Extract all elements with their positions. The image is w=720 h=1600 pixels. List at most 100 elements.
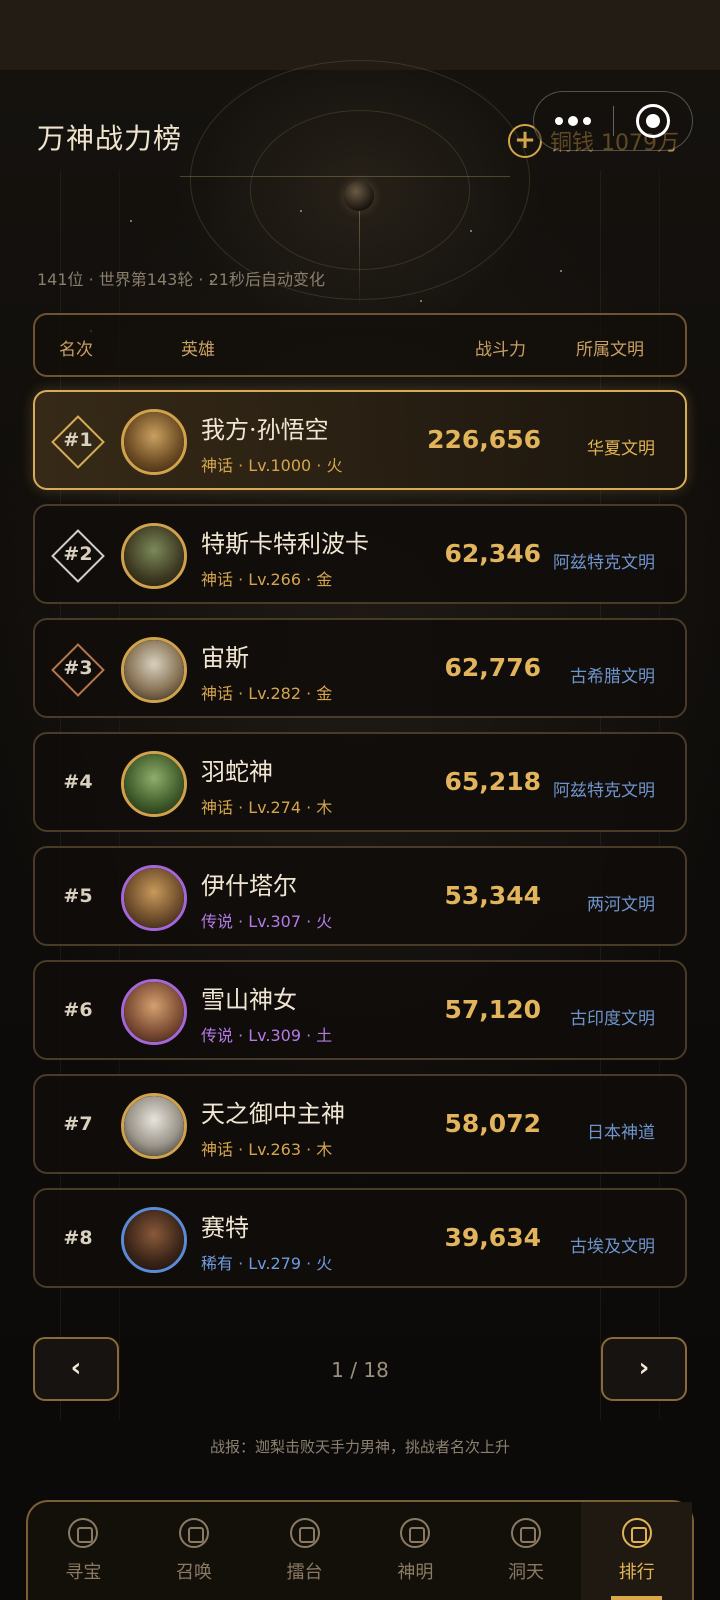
hero-civilization: 两河文明 — [587, 895, 655, 915]
hero-meta: 传说 · Lv.309 · 土 — [201, 1026, 333, 1045]
title-divider — [180, 176, 510, 177]
hero-portrait — [124, 982, 184, 1042]
hero-portrait — [124, 1210, 184, 1270]
hero-portrait — [124, 1096, 184, 1156]
treasure-icon — [68, 1518, 99, 1548]
ranking-row[interactable]: #7 天之御中主神神话 · Lv.263 · 木 58,072 日本神道 — [33, 1074, 687, 1174]
hero-civilization: 古印度文明 — [570, 1009, 655, 1029]
ranking-row[interactable]: #2 特斯卡特利波卡神话 · Lv.266 · 金 62,346 阿兹特克文明 — [33, 504, 687, 604]
more-menu-button[interactable] — [534, 116, 613, 126]
tab-label: 召唤 — [176, 1562, 212, 1583]
hero-power: 226,656 — [427, 425, 541, 454]
tab-deity[interactable]: 神明 — [360, 1502, 471, 1600]
rank-number: #5 — [63, 885, 93, 907]
hero-avatar[interactable] — [121, 1093, 187, 1159]
ranking-row[interactable]: #5 伊什塔尔传说 · Lv.307 · 火 53,344 两河文明 — [33, 846, 687, 946]
tab-label: 神明 — [397, 1562, 434, 1583]
hero-meta: 传说 · Lv.307 · 火 — [201, 912, 333, 931]
tab-label: 寻宝 — [65, 1562, 102, 1583]
hero-power: 39,634 — [444, 1223, 541, 1252]
page-title: 万神战力榜 — [37, 122, 183, 155]
hero-name: 宙斯 — [201, 644, 249, 672]
hero-civilization: 古希腊文明 — [570, 667, 655, 687]
hero-avatar[interactable] — [121, 1207, 187, 1273]
tab-treasure[interactable]: 寻宝 — [28, 1502, 139, 1600]
hero-civilization: 阿兹特克文明 — [553, 553, 655, 573]
hero-avatar[interactable] — [121, 523, 187, 589]
table-header: 名次 英雄 战斗力 所属文明 — [33, 313, 687, 377]
battle-report: 战报：迦梨击败天手力男神，挑战者名次上升 — [209, 1438, 510, 1456]
ranking-row[interactable]: #1 我方·孙悟空 神话 · Lv.1000 · 火 226,656 华夏文明 — [33, 390, 687, 490]
hero-civilization: 日本神道 — [587, 1123, 655, 1143]
hero-portrait — [124, 526, 184, 586]
close-miniprogram-button[interactable] — [614, 104, 693, 138]
header-power: 战斗力 — [475, 340, 526, 360]
bottom-tab-bar: 寻宝 召唤 擂台 神明 洞天 排行 — [26, 1500, 694, 1600]
hero-name: 羽蛇神 — [201, 758, 273, 786]
hero-name: 伊什塔尔 — [201, 872, 297, 900]
hero-power: 53,344 — [444, 881, 541, 910]
rank-number: #1 — [63, 429, 93, 451]
ranking-row[interactable]: #4 羽蛇神神话 · Lv.274 · 木 65,218 阿兹特克文明 — [33, 732, 687, 832]
hero-civilization: 华夏文明 — [587, 439, 655, 459]
hero-portrait — [124, 754, 184, 814]
hero-avatar[interactable] — [121, 751, 187, 817]
summon-icon — [179, 1518, 209, 1548]
rank-number: #4 — [63, 771, 93, 793]
hero-meta: 神话 · Lv.282 · 金 — [201, 684, 333, 703]
hero-civilization: 古埃及文明 — [570, 1237, 655, 1257]
hero-power: 62,346 — [444, 539, 541, 568]
hero-name: 天之御中主神 — [201, 1100, 345, 1128]
hero-power: 57,120 — [444, 995, 541, 1024]
rank-number: #6 — [63, 999, 93, 1021]
hero-name: 我方·孙悟空 — [201, 416, 329, 444]
tab-arena[interactable]: 擂台 — [249, 1502, 360, 1600]
more-icon — [583, 117, 592, 125]
more-icon — [568, 116, 579, 126]
hero-power: 62,776 — [444, 653, 541, 682]
header-civ: 所属文明 — [576, 340, 644, 360]
ranking-icon — [621, 1518, 652, 1548]
rank-number: #7 — [63, 1113, 93, 1135]
hero-portrait — [124, 640, 184, 700]
hero-portrait — [124, 412, 184, 472]
tab-label: 擂台 — [286, 1562, 323, 1583]
hero-civilization: 阿兹特克文明 — [553, 781, 655, 801]
tab-label: 洞天 — [508, 1562, 545, 1583]
hero-avatar[interactable] — [121, 409, 187, 475]
miniprogram-capsule — [533, 91, 693, 151]
hero-portrait — [124, 868, 184, 928]
hero-avatar[interactable] — [121, 979, 187, 1045]
header-hero: 英雄 — [181, 340, 215, 360]
rank-number: #2 — [63, 543, 93, 565]
hero-meta: 神话 · Lv.263 · 木 — [201, 1140, 333, 1159]
arena-icon — [289, 1518, 320, 1548]
tab-label: 排行 — [618, 1562, 655, 1583]
tab-ranking[interactable]: 排行 — [581, 1502, 693, 1600]
hero-avatar[interactable] — [121, 637, 187, 703]
more-icon — [555, 117, 564, 125]
hero-power: 58,072 — [444, 1109, 541, 1138]
ranking-row[interactable]: #3 宙斯神话 · Lv.282 · 金 62,776 古希腊文明 — [33, 618, 687, 718]
rank-number: #8 — [63, 1227, 93, 1249]
rank-number: #3 — [63, 657, 93, 679]
ranking-row[interactable]: #6 雪山神女传说 · Lv.309 · 土 57,120 古印度文明 — [33, 960, 687, 1060]
target-icon — [635, 104, 670, 138]
hero-name: 赛特 — [201, 1214, 249, 1242]
hero-meta: 神话 · Lv.266 · 金 — [201, 570, 333, 589]
hero-power: 65,218 — [444, 767, 541, 796]
tab-cave[interactable]: 洞天 — [471, 1502, 582, 1600]
rank-status-text: 141位 · 世界第143轮 · 21秒后自动变化 — [37, 270, 325, 289]
deity-icon — [400, 1518, 431, 1548]
background-orb — [344, 181, 374, 211]
hero-name: 雪山神女 — [201, 986, 297, 1014]
hero-avatar[interactable] — [121, 865, 187, 931]
next-page-button[interactable]: › — [601, 1337, 687, 1401]
hero-meta: 神话 · Lv.274 · 木 — [201, 798, 333, 817]
tab-summon[interactable]: 召唤 — [139, 1502, 250, 1600]
cave-icon — [511, 1518, 542, 1548]
header-rank: 名次 — [59, 340, 93, 360]
hero-meta: 稀有 · Lv.279 · 火 — [201, 1254, 333, 1273]
ranking-row[interactable]: #8 赛特稀有 · Lv.279 · 火 39,634 古埃及文明 — [33, 1188, 687, 1288]
hero-name: 特斯卡特利波卡 — [201, 530, 369, 558]
